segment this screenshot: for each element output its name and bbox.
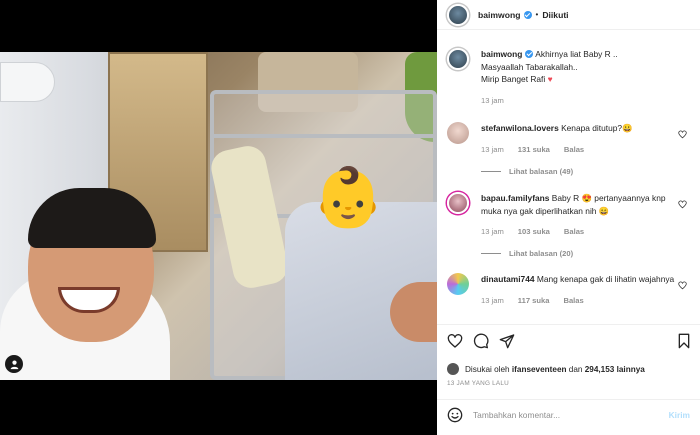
commenter-avatar[interactable] bbox=[447, 192, 469, 214]
caption-text: Akhirnya liat Baby R .. bbox=[535, 49, 618, 59]
caption-text: Mirip Banget Rafi bbox=[481, 74, 546, 84]
like-comment-heart-icon[interactable] bbox=[678, 130, 687, 139]
author-avatar[interactable] bbox=[447, 3, 469, 26]
likes-summary: Disukai oleh ifanseventeen dan 294,153 l… bbox=[447, 363, 645, 375]
header-separator: • bbox=[535, 10, 539, 19]
share-paper-plane-icon[interactable] bbox=[499, 333, 515, 349]
instagram-post-view: 👶 baimwong • Diikuti baimwong Akhirnya l… bbox=[0, 0, 700, 435]
post-photo[interactable]: 👶 bbox=[0, 52, 437, 380]
reply-button[interactable]: Balas bbox=[564, 144, 584, 157]
comment-item: stefanwilona.lovers Kenapa ditutup?😀 13 … bbox=[447, 122, 692, 156]
replies-divider bbox=[481, 171, 501, 172]
caption-line: Masyaallah Tabarakallah.. bbox=[481, 61, 578, 72]
photo-person bbox=[0, 122, 170, 380]
photo-monitor bbox=[0, 62, 55, 102]
comment-likes[interactable]: 103 suka bbox=[518, 226, 550, 239]
comment-line: stefanwilona.lovers Kenapa ditutup?😀 bbox=[481, 122, 686, 135]
like-comment-heart-icon[interactable] bbox=[678, 281, 687, 290]
following-button[interactable]: Diikuti bbox=[542, 10, 568, 20]
like-heart-icon[interactable] bbox=[447, 333, 463, 349]
comment-likes[interactable]: 117 suka bbox=[518, 295, 550, 308]
likes-prefix: Disukai oleh bbox=[465, 364, 510, 374]
person-icon bbox=[10, 360, 18, 369]
author-username[interactable]: baimwong bbox=[478, 10, 521, 20]
comment-composer: Kirim bbox=[437, 399, 700, 430]
post-media-pane: 👶 bbox=[0, 0, 437, 435]
liker-username[interactable]: ifanseventeen bbox=[512, 365, 567, 374]
comment-bubble-icon[interactable] bbox=[473, 333, 489, 349]
comment-body: stefanwilona.lovers Kenapa ditutup?😀 13 … bbox=[481, 122, 686, 156]
crib-rail bbox=[214, 134, 433, 138]
caption-username[interactable]: baimwong bbox=[481, 49, 522, 59]
commenter-username[interactable]: bapau.familyfans bbox=[481, 193, 549, 203]
likes-count[interactable]: 294,153 lainnya bbox=[585, 365, 645, 374]
post-caption: baimwong Akhirnya liat Baby R .. Masyaal… bbox=[447, 48, 692, 107]
comment-body: dinautami744 Mang kenapa gak di lihatin … bbox=[481, 273, 686, 307]
post-comment-button[interactable]: Kirim bbox=[669, 410, 690, 420]
comment-meta: 13 jam 103 suka Balas bbox=[481, 226, 686, 239]
post-timestamp[interactable]: 13 JAM YANG LALU bbox=[447, 380, 509, 387]
verified-badge-icon bbox=[523, 10, 532, 19]
reply-button[interactable]: Balas bbox=[563, 295, 583, 308]
likes-middle: dan bbox=[568, 364, 583, 374]
commenter-avatar[interactable] bbox=[447, 273, 469, 295]
liker-avatar[interactable] bbox=[447, 363, 459, 375]
baby-face-sticker: 👶 bbox=[312, 165, 385, 230]
comment-time[interactable]: 13 jam bbox=[481, 144, 504, 157]
comment-meta: 13 jam 117 suka Balas bbox=[481, 295, 686, 308]
comment-item: bapau.familyfans Baby R 😍 pertanyaannya … bbox=[447, 192, 692, 239]
comment-time[interactable]: 13 jam bbox=[481, 226, 504, 239]
tagged-user-icon[interactable] bbox=[5, 355, 23, 373]
comment-item: dinautami744 Mang kenapa gak di lihatin … bbox=[447, 273, 692, 307]
like-comment-heart-icon[interactable] bbox=[678, 200, 687, 209]
author-avatar[interactable] bbox=[447, 48, 469, 70]
post-actions-section: Disukai oleh ifanseventeen dan 294,153 l… bbox=[437, 324, 700, 429]
post-side-panel: baimwong • Diikuti baimwong Akhirnya lia… bbox=[437, 0, 700, 435]
save-bookmark-icon[interactable] bbox=[676, 333, 692, 349]
red-heart-icon: ♥ bbox=[547, 74, 553, 84]
action-icons bbox=[447, 333, 515, 349]
reply-button[interactable]: Balas bbox=[564, 226, 584, 239]
commenter-username[interactable]: stefanwilona.lovers bbox=[481, 123, 559, 133]
comment-body: bapau.familyfans Baby R 😍 pertanyaannya … bbox=[481, 192, 686, 239]
verified-badge-icon bbox=[525, 50, 534, 58]
commenter-avatar[interactable] bbox=[447, 122, 469, 144]
person-hair bbox=[28, 188, 156, 248]
comment-meta: 13 jam 131 suka Balas bbox=[481, 144, 686, 157]
comment-text: Kenapa ditutup?😀 bbox=[561, 123, 633, 133]
view-replies-label: Lihat balasan (20) bbox=[509, 249, 574, 258]
comment-line: bapau.familyfans Baby R 😍 pertanyaannya … bbox=[481, 192, 686, 217]
view-replies-label: Lihat balasan (49) bbox=[509, 167, 574, 176]
comment-text: Mang kenapa gak di lihatin wajahnya bbox=[536, 274, 675, 284]
commenter-username[interactable]: dinautami744 bbox=[481, 274, 535, 284]
comment-likes[interactable]: 131 suka bbox=[518, 144, 550, 157]
emoji-smiley-icon[interactable] bbox=[447, 407, 463, 423]
caption-line: Mirip Banget Rafi ♥ bbox=[481, 73, 686, 86]
replies-divider bbox=[481, 253, 501, 254]
comments-list[interactable]: baimwong Akhirnya liat Baby R .. Masyaal… bbox=[437, 31, 700, 322]
comment-line: dinautami744 Mang kenapa gak di lihatin … bbox=[481, 273, 686, 286]
view-replies-button[interactable]: Lihat balasan (20) bbox=[481, 249, 573, 258]
caption-time[interactable]: 13 jam bbox=[481, 95, 504, 108]
view-replies-button[interactable]: Lihat balasan (49) bbox=[481, 167, 573, 176]
caption-body: baimwong Akhirnya liat Baby R .. Masyaal… bbox=[481, 48, 686, 107]
comment-input[interactable] bbox=[473, 410, 648, 420]
comment-time[interactable]: 13 jam bbox=[481, 295, 504, 308]
caption-meta: 13 jam bbox=[481, 95, 686, 108]
caption-line: baimwong Akhirnya liat Baby R .. bbox=[481, 48, 686, 61]
post-header: baimwong • Diikuti bbox=[437, 0, 700, 30]
